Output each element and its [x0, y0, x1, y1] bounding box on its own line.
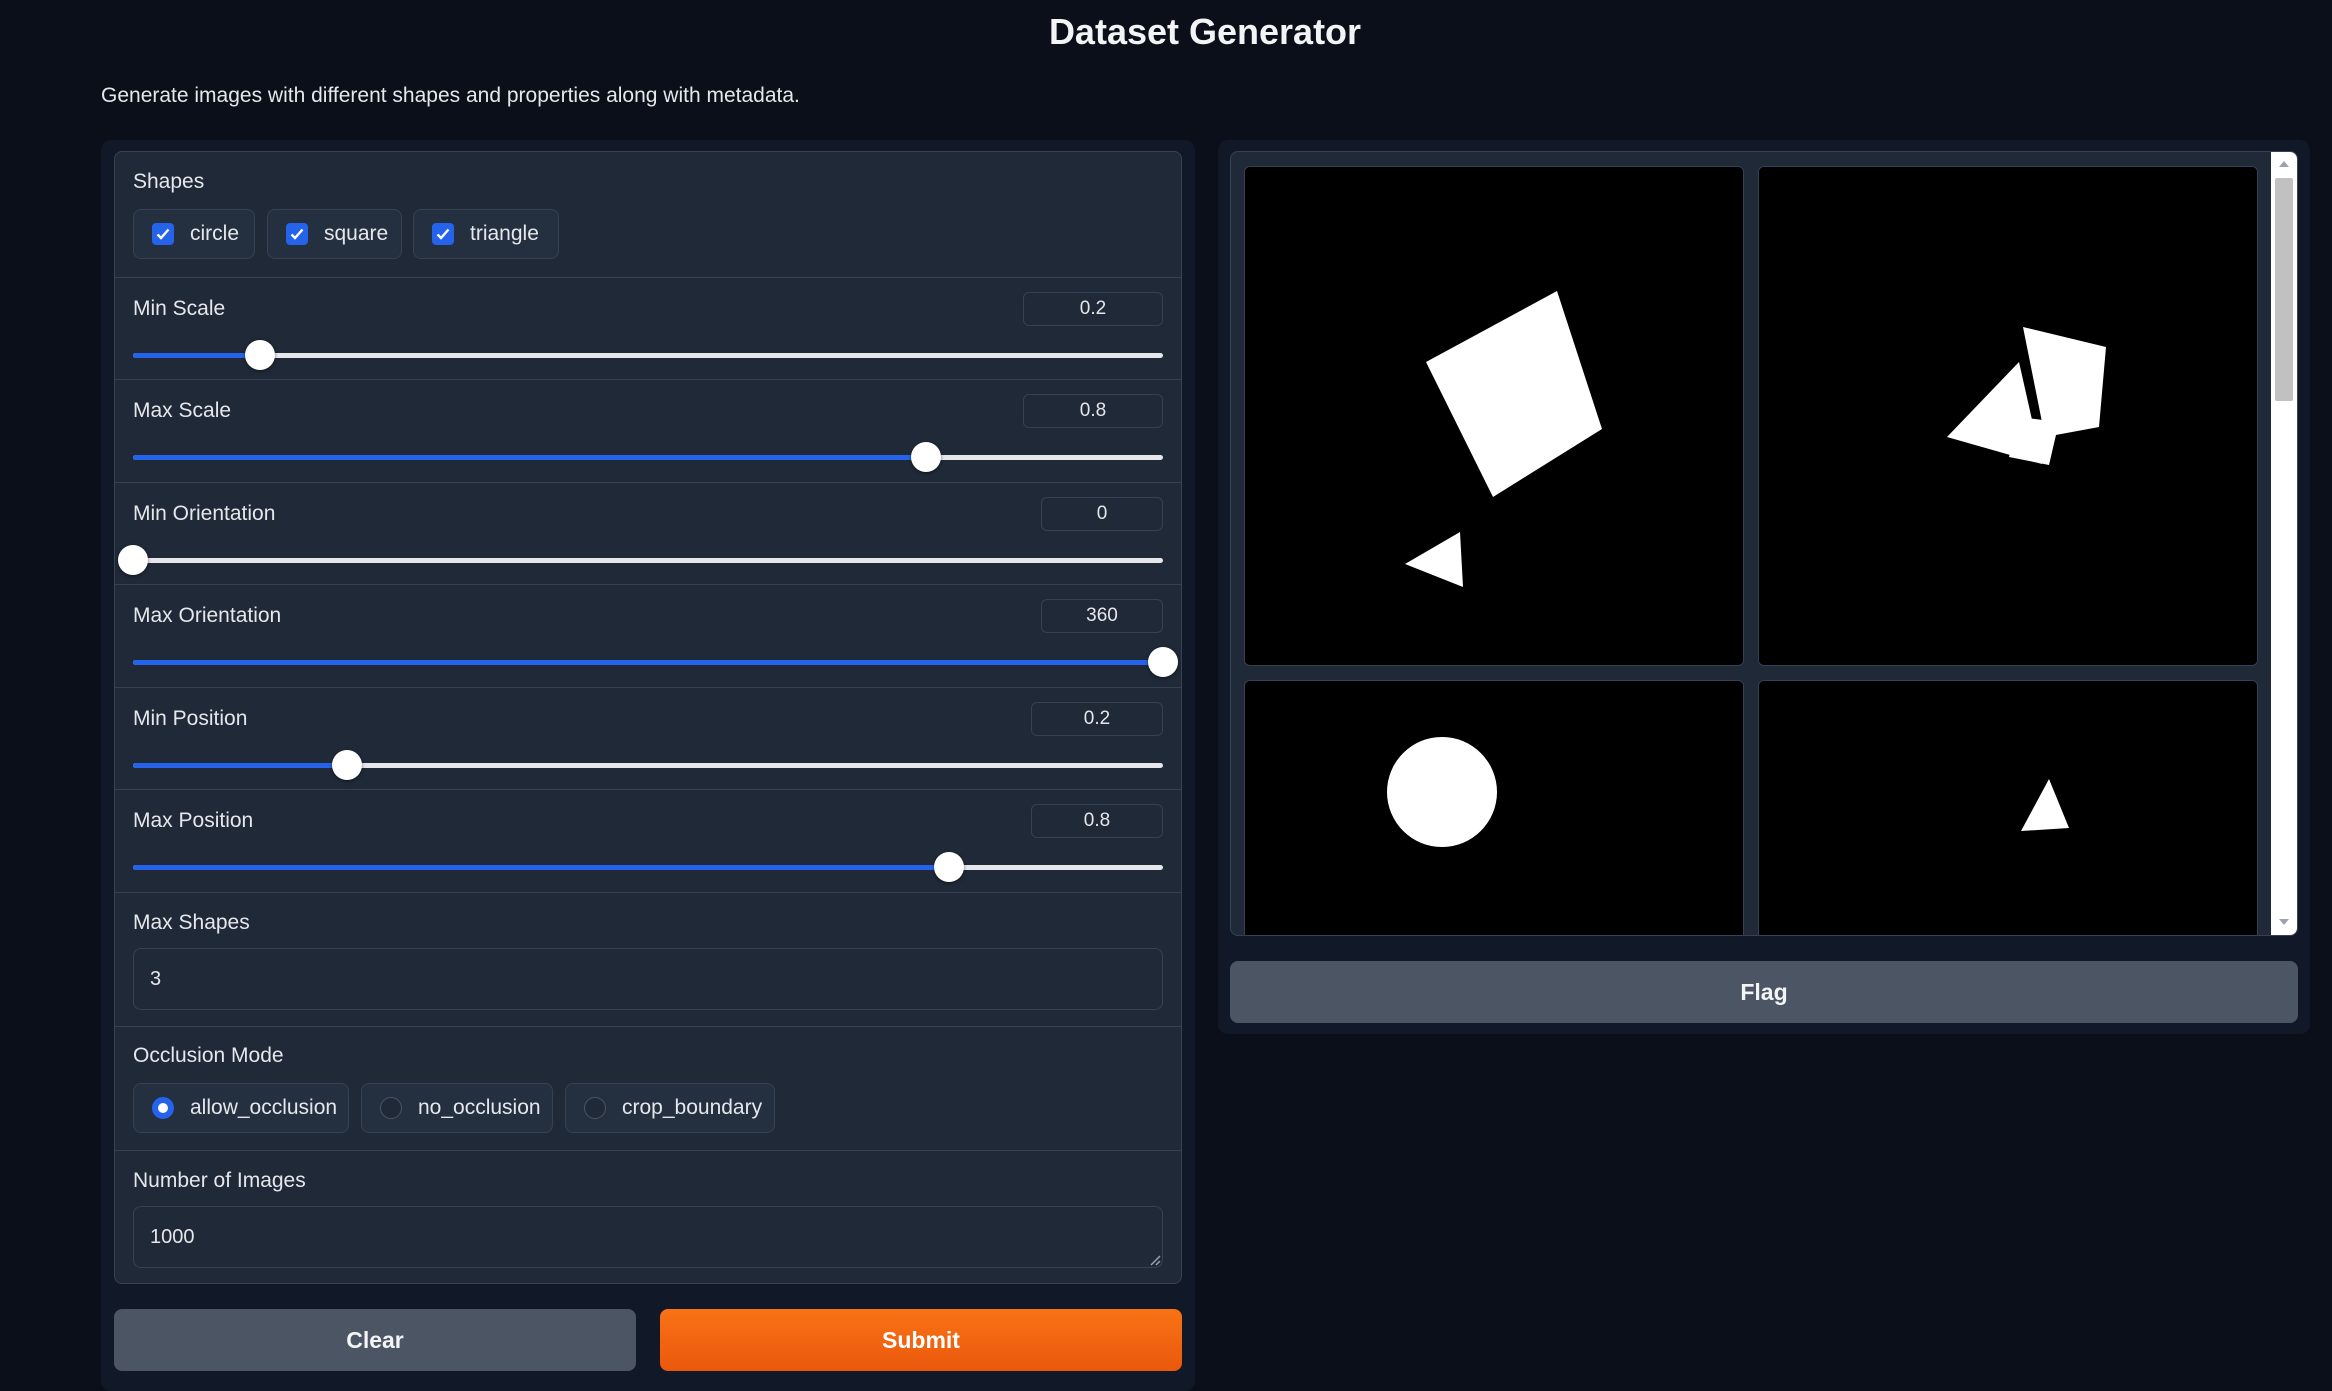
slider-max-position: Max Position 0.8 — [115, 790, 1181, 893]
slider-min-scale: Min Scale 0.2 — [115, 278, 1181, 380]
form-container: Shapes circle square triangle Min Scale … — [114, 151, 1182, 1284]
gallery-image[interactable] — [1758, 680, 2258, 935]
radio-no-occlusion[interactable]: no_occlusion — [361, 1083, 553, 1133]
checkbox-checked-icon — [432, 223, 454, 245]
slider-label: Max Orientation — [133, 604, 282, 627]
slider-value-input[interactable]: 0.2 — [1023, 292, 1163, 326]
slider-thumb[interactable] — [118, 545, 148, 575]
flag-button[interactable]: Flag — [1230, 961, 2298, 1023]
max-shapes-input[interactable]: 3 — [133, 948, 1163, 1010]
num-images-group: Number of Images 1000 — [115, 1151, 1181, 1283]
slider-track[interactable] — [133, 750, 1163, 780]
radio-crop-boundary[interactable]: crop_boundary — [565, 1083, 775, 1133]
slider-thumb[interactable] — [933, 852, 964, 882]
gallery-image[interactable] — [1244, 166, 1744, 666]
slider-track[interactable] — [133, 442, 1163, 472]
scrollbar-thumb[interactable] — [2275, 178, 2293, 401]
slider-track[interactable] — [118, 545, 1163, 575]
gallery-image[interactable] — [1758, 166, 2258, 666]
image-gallery — [1230, 151, 2298, 936]
generated-image-triangle — [1759, 681, 2257, 935]
checkbox-checked-icon — [152, 223, 174, 245]
scroll-down-arrow-icon[interactable] — [2278, 918, 2290, 926]
circle-shape — [1387, 737, 1497, 847]
generated-image-square-triangle — [1245, 167, 1743, 665]
slider-value-input[interactable]: 0.8 — [1023, 394, 1163, 428]
resize-handle-icon[interactable] — [1149, 1254, 1161, 1266]
slider-fill — [133, 455, 927, 460]
gallery-image[interactable] — [1244, 680, 1744, 935]
max-shapes-label: Max Shapes — [133, 911, 250, 934]
occlusion-mode-group: Occlusion Mode allow_occlusion no_occlus… — [115, 1027, 1181, 1151]
radio-unselected-icon — [584, 1097, 606, 1119]
num-images-textarea[interactable]: 1000 — [133, 1206, 1163, 1268]
max-shapes-group: Max Shapes 3 — [115, 893, 1181, 1027]
generated-image-circle — [1245, 681, 1743, 935]
slider-track[interactable] — [133, 852, 1163, 882]
slider-max-scale: Max Scale 0.8 — [115, 380, 1181, 483]
slider-label: Min Scale — [133, 297, 226, 320]
submit-button[interactable]: Submit — [660, 1309, 1182, 1371]
checkbox-label: square — [324, 222, 389, 245]
page-title: Dataset Generator — [1048, 11, 1362, 52]
slider-value-input[interactable]: 0.8 — [1031, 804, 1163, 838]
slider-fill — [133, 660, 1163, 665]
checkbox-checked-icon — [286, 223, 308, 245]
shape-checkbox-triangle[interactable]: triangle — [413, 209, 559, 259]
radio-label: crop_boundary — [622, 1096, 763, 1119]
radio-selected-icon — [152, 1097, 174, 1119]
shapes-label: Shapes — [133, 170, 205, 193]
num-images-label: Number of Images — [133, 1169, 306, 1192]
gallery-scrollbar[interactable] — [2271, 152, 2297, 935]
slider-value-input[interactable]: 0.2 — [1031, 702, 1163, 736]
generated-image-square-triangle — [1759, 167, 2257, 665]
slider-value-input[interactable]: 0 — [1041, 497, 1163, 531]
slider-max-orientation: Max Orientation 360 — [115, 585, 1181, 688]
slider-track[interactable] — [133, 340, 1163, 370]
radio-label: allow_occlusion — [190, 1096, 338, 1119]
slider-value-input[interactable]: 360 — [1041, 599, 1163, 633]
slider-fill — [133, 353, 260, 358]
page-description: Generate images with different shapes an… — [101, 84, 800, 107]
shape-checkbox-square[interactable]: square — [267, 209, 402, 259]
slider-fill — [133, 865, 949, 870]
radio-label: no_occlusion — [418, 1096, 541, 1119]
slider-thumb[interactable] — [1148, 647, 1178, 677]
shape-checkbox-circle[interactable]: circle — [133, 209, 255, 259]
checkbox-label: circle — [190, 222, 240, 245]
checkbox-label: triangle — [470, 222, 539, 245]
slider-thumb[interactable] — [332, 750, 363, 780]
radio-unselected-icon — [380, 1097, 402, 1119]
occlusion-mode-label: Occlusion Mode — [133, 1044, 284, 1067]
slider-thumb[interactable] — [911, 442, 942, 472]
slider-label: Min Position — [133, 707, 248, 730]
slider-thumb[interactable] — [244, 340, 275, 370]
slider-label: Max Position — [133, 809, 254, 832]
scroll-up-arrow-icon[interactable] — [2278, 160, 2290, 168]
radio-allow-occlusion[interactable]: allow_occlusion — [133, 1083, 349, 1133]
slider-min-position: Min Position 0.2 — [115, 688, 1181, 790]
slider-fill — [133, 763, 348, 768]
slider-label: Max Scale — [133, 399, 232, 422]
slider-label: Min Orientation — [133, 502, 276, 525]
slider-track[interactable] — [133, 647, 1178, 677]
slider-min-orientation: Min Orientation 0 — [115, 483, 1181, 585]
clear-button[interactable]: Clear — [114, 1309, 636, 1371]
shapes-group: Shapes circle square triangle — [115, 152, 1181, 278]
